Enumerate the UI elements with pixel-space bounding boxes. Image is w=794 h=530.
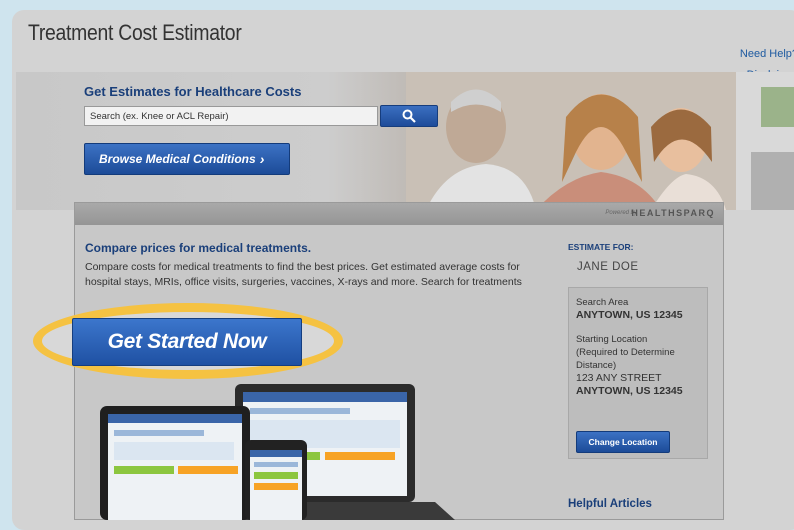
devices-illustration [100, 384, 455, 520]
need-help-link[interactable]: Need Help? [740, 48, 794, 60]
search-icon [402, 109, 416, 123]
estimates-heading: Get Estimates for Healthcare Costs [84, 84, 302, 99]
compare-heading: Compare prices for medical treatments. [85, 241, 312, 255]
panel-header-bar: Powered by HEALTHSPARQ [75, 203, 723, 225]
search-area-label: Search Area [576, 297, 629, 308]
starting-location-label: Starting Location [576, 334, 648, 345]
search-area-value: ANYTOWN, US 12345 [576, 309, 683, 321]
starting-location-note: (Required to Determine Distance) [576, 347, 675, 371]
helpful-articles-heading: Helpful Articles [568, 498, 652, 510]
address-line-1: 123 ANY STREET [576, 372, 662, 384]
family-doctor-photo [406, 72, 794, 210]
search-button[interactable] [380, 105, 438, 127]
healthsparq-logo: HEALTHSPARQ [631, 208, 715, 218]
page-title: Treatment Cost Estimator [28, 20, 242, 45]
browse-medical-conditions-button[interactable]: Browse Medical Conditions › [84, 143, 290, 175]
address-line-2: ANYTOWN, US 12345 [576, 385, 683, 397]
get-started-button[interactable]: Get Started Now [72, 318, 302, 366]
chevron-right-icon: › [259, 151, 265, 167]
browse-label: Browse Medical Conditions [99, 152, 256, 166]
search-input[interactable]: Search (ex. Knee or ACL Repair) [84, 106, 378, 126]
change-location-button[interactable]: Change Location [576, 431, 670, 453]
user-name: JANE DOE [577, 261, 639, 273]
compare-description: Compare costs for medical treatments to … [85, 261, 522, 288]
estimate-for-label: ESTIMATE FOR: [568, 242, 634, 252]
